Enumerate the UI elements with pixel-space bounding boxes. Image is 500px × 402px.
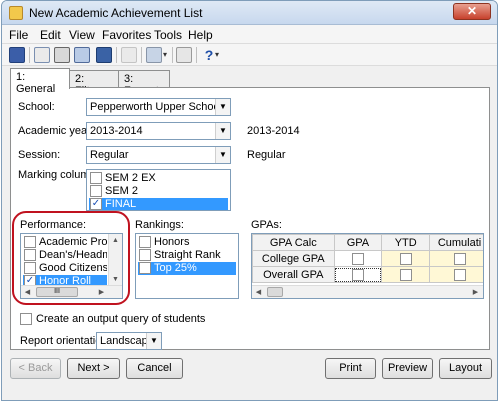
list-item[interactable]: SEM 2 EX: [89, 172, 228, 185]
save-icon[interactable]: [9, 47, 25, 63]
checkbox[interactable]: [453, 268, 466, 281]
checkbox[interactable]: [139, 236, 151, 248]
checkbox[interactable]: [351, 268, 364, 281]
table-row: College GPA: [252, 250, 483, 267]
scroll-thumb[interactable]: [267, 287, 283, 297]
menu-help[interactable]: Help: [188, 28, 213, 42]
column-header[interactable]: GPA Calc: [252, 234, 335, 251]
horizontal-scrollbar[interactable]: ◀ ▶: [252, 285, 483, 298]
table-row: Overall GPA: [252, 266, 483, 283]
toolbar: ▾ ? ▾: [2, 44, 497, 66]
row-header: College GPA: [252, 250, 335, 267]
grid-cell[interactable]: [429, 266, 483, 283]
preview-icon[interactable]: [34, 47, 50, 63]
toolbar-separator: [141, 47, 142, 63]
column-header[interactable]: Cumulati: [429, 234, 483, 251]
tab-general[interactable]: 1: General: [10, 68, 70, 95]
scroll-right-icon[interactable]: ▶: [469, 286, 482, 298]
session-select[interactable]: Regular ▼: [86, 146, 231, 164]
grid-cell-focused[interactable]: [333, 266, 383, 283]
delete-icon[interactable]: [176, 47, 192, 63]
checkbox[interactable]: [351, 252, 364, 265]
query-checkbox[interactable]: [20, 313, 32, 325]
column-header[interactable]: GPA: [333, 234, 383, 251]
gpa-grid: GPA Calc GPA YTD Cumulati College GPA Ov…: [252, 234, 483, 283]
menu-view[interactable]: View: [69, 28, 95, 42]
tab-format[interactable]: 3: Format: [118, 70, 170, 97]
options-dropdown-icon[interactable]: ▾: [163, 50, 167, 59]
year-select[interactable]: 2013-2014 ▼: [86, 122, 231, 140]
chevron-down-icon[interactable]: ▼: [215, 123, 230, 139]
scroll-left-icon[interactable]: ◀: [252, 286, 265, 298]
gpa-grid-container[interactable]: GPA Calc GPA YTD Cumulati College GPA Ov…: [251, 233, 484, 299]
row-header: Overall GPA: [252, 266, 335, 283]
school-label: School:: [18, 101, 55, 113]
toolbar-separator: [116, 47, 117, 63]
checkbox[interactable]: [90, 185, 102, 197]
options-icon[interactable]: [146, 47, 162, 63]
toolbar-separator: [196, 47, 197, 63]
checkbox-checked[interactable]: ✓: [90, 198, 102, 210]
orientation-select[interactable]: Landscape ▼: [96, 332, 162, 350]
session-value: Regular: [90, 149, 129, 161]
checkbox[interactable]: [90, 172, 102, 184]
layout-button[interactable]: Layout: [439, 358, 492, 379]
rankings-list[interactable]: Honors Straight Rank Top 25%: [135, 233, 239, 299]
chevron-down-icon[interactable]: ▼: [215, 147, 230, 163]
report-window: New Academic Achievement List ✕ File Edi…: [1, 0, 498, 401]
menu-tools[interactable]: Tools: [154, 28, 182, 42]
checkbox[interactable]: [399, 268, 412, 281]
menu-bar: File Edit View Favorites Tools Help: [2, 25, 497, 44]
print-button[interactable]: Print: [325, 358, 376, 379]
checkbox[interactable]: [139, 249, 151, 261]
close-button[interactable]: ✕: [453, 3, 491, 20]
title-bar: New Academic Achievement List ✕: [2, 1, 497, 25]
gpas-label: GPAs:: [251, 219, 282, 231]
menu-edit[interactable]: Edit: [40, 28, 61, 42]
year-display: 2013-2014: [247, 125, 300, 137]
highlight-circle: [12, 211, 130, 305]
menu-favorites[interactable]: Favorites: [102, 28, 151, 42]
grid-cell[interactable]: [429, 250, 483, 267]
app-icon: [9, 6, 23, 20]
checkbox[interactable]: [399, 252, 412, 265]
menu-file[interactable]: File: [9, 28, 28, 42]
back-button[interactable]: < Back: [10, 358, 61, 379]
toolbar-separator: [29, 47, 30, 63]
list-item-selected[interactable]: Top 25%: [138, 262, 236, 275]
grid-cell[interactable]: [381, 266, 431, 283]
next-button[interactable]: Next >: [67, 358, 120, 379]
year-value: 2013-2014: [90, 125, 143, 137]
toolbar-separator: [172, 47, 173, 63]
grid-cell[interactable]: [381, 250, 431, 267]
checkbox[interactable]: [453, 252, 466, 265]
export-icon[interactable]: [74, 47, 90, 63]
checkbox[interactable]: [139, 262, 151, 274]
grid-cell[interactable]: [333, 250, 383, 267]
session-display: Regular: [247, 149, 286, 161]
print-icon[interactable]: [54, 47, 70, 63]
school-value: Pepperworth Upper School: [90, 101, 223, 113]
chevron-down-icon[interactable]: ▼: [215, 99, 230, 115]
year-label: Academic year:: [18, 125, 94, 137]
list-item[interactable]: Straight Rank: [138, 249, 236, 262]
chevron-down-icon[interactable]: ▼: [146, 333, 161, 349]
list-item[interactable]: SEM 2: [89, 185, 228, 198]
export-disk-icon[interactable]: [96, 47, 112, 63]
help-dropdown-icon[interactable]: ▾: [215, 50, 219, 59]
cancel-button[interactable]: Cancel: [126, 358, 183, 379]
window-title: New Academic Achievement List: [29, 6, 203, 20]
disabled-icon: [121, 47, 137, 63]
marking-list[interactable]: SEM 2 EX SEM 2 ✓ FINAL: [86, 169, 231, 211]
list-item-selected[interactable]: ✓ FINAL: [89, 198, 228, 210]
column-header[interactable]: YTD: [381, 234, 431, 251]
rankings-label: Rankings:: [135, 219, 184, 231]
list-item[interactable]: Honors: [138, 236, 236, 249]
query-label: Create an output query of students: [36, 313, 206, 325]
school-select[interactable]: Pepperworth Upper School ▼: [86, 98, 231, 116]
preview-button[interactable]: Preview: [382, 358, 433, 379]
session-label: Session:: [18, 149, 61, 161]
tab-filters[interactable]: 2: Filters: [69, 70, 119, 97]
